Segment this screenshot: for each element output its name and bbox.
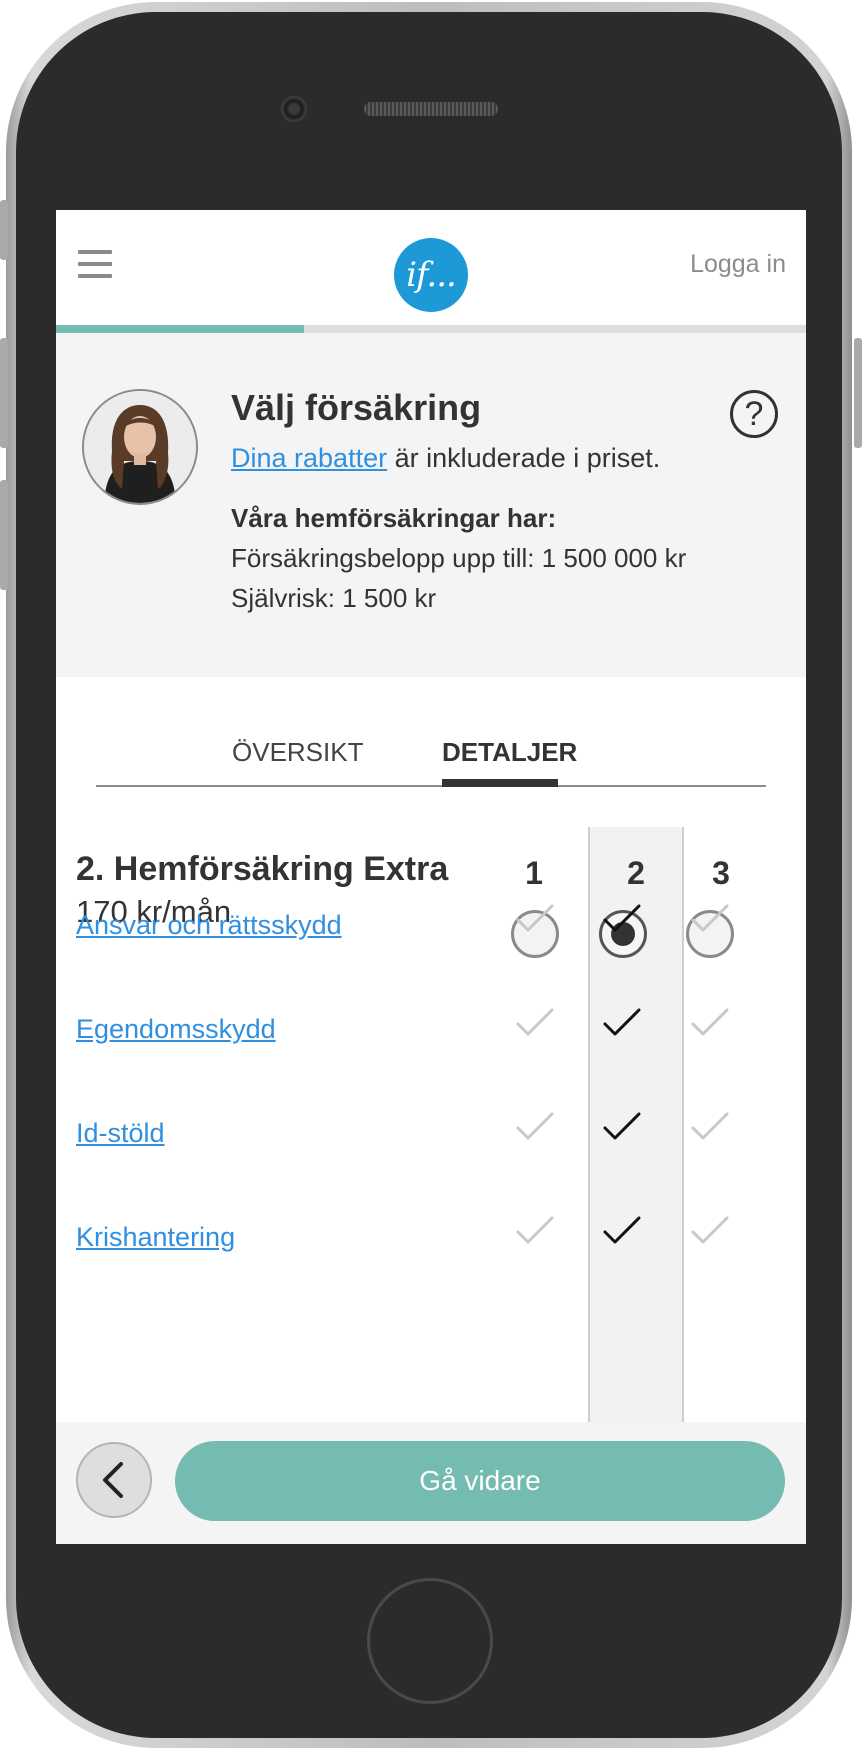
if-logo[interactable]: if... <box>394 238 468 312</box>
top-bar: if... Logga in <box>56 210 806 325</box>
checkmark-icon <box>516 1008 554 1036</box>
progress-bar-fill <box>56 325 304 333</box>
checkmark-icon <box>691 1216 729 1244</box>
earpiece-speaker <box>364 102 498 116</box>
checkmark-icon <box>691 1008 729 1036</box>
continue-button[interactable]: Gå vidare <box>175 1441 785 1521</box>
checkmark-icon <box>603 904 641 932</box>
checkmark-icon <box>516 1112 554 1140</box>
power-button <box>854 338 862 448</box>
login-link[interactable]: Logga in <box>690 250 786 279</box>
volume-up-button <box>0 338 8 448</box>
back-button[interactable] <box>76 1442 152 1518</box>
tab-bar: ÖVERSIKT DETALJER <box>96 715 766 787</box>
features-heading: Våra hemförsäkringar har: <box>231 503 557 533</box>
feature-link-liability[interactable]: Ansvar och rättsskydd <box>76 910 342 941</box>
checkmark-icon <box>516 904 554 932</box>
tab-details[interactable]: DETALJER <box>442 737 577 768</box>
checkmark-icon <box>516 1216 554 1244</box>
help-icon[interactable]: ? <box>730 390 778 438</box>
feature-link-property[interactable]: Egendomsskydd <box>76 1014 276 1045</box>
column-label-2: 2 <box>627 855 645 891</box>
info-panel: Välj försäkring ? Dina rabatter är inklu… <box>56 333 806 677</box>
checkmark-icon <box>603 1008 641 1036</box>
checkmark-icon <box>691 1112 729 1140</box>
chevron-left-icon <box>103 1462 123 1498</box>
feature-link-id-theft[interactable]: Id-stöld <box>76 1118 165 1149</box>
column-label-3: 3 <box>712 855 730 891</box>
discount-suffix-text: är inkluderade i priset. <box>387 443 661 473</box>
column-label-1: 1 <box>525 855 543 891</box>
checkmark-icon <box>603 1216 641 1244</box>
page-title: Välj försäkring <box>231 387 482 428</box>
feature-link-crisis[interactable]: Krishantering <box>76 1222 235 1253</box>
plan-name: 2. Hemförsäkring Extra <box>76 850 449 888</box>
discounts-link[interactable]: Dina rabatter <box>231 443 387 473</box>
hamburger-menu-icon[interactable] <box>78 250 112 278</box>
home-button[interactable] <box>367 1578 493 1704</box>
checkmark-icon <box>691 904 729 932</box>
advisor-avatar <box>82 389 198 505</box>
front-camera <box>281 96 307 122</box>
bottom-bar: Gå vidare <box>56 1422 806 1544</box>
coverage-amount-text: Försäkringsbelopp upp till: 1 500 000 kr <box>231 543 687 573</box>
tab-overview[interactable]: ÖVERSIKT <box>232 737 363 768</box>
progress-bar <box>56 325 806 333</box>
app-screen: if... Logga in Välj försäkring ? Dina ra… <box>56 210 806 1544</box>
mute-switch <box>0 200 8 260</box>
volume-down-button <box>0 480 8 590</box>
deductible-text: Självrisk: 1 500 kr <box>231 583 437 613</box>
discount-text: Dina rabatter är inkluderade i priset. <box>231 443 660 474</box>
checkmark-icon <box>603 1112 641 1140</box>
active-tab-indicator <box>442 779 558 787</box>
